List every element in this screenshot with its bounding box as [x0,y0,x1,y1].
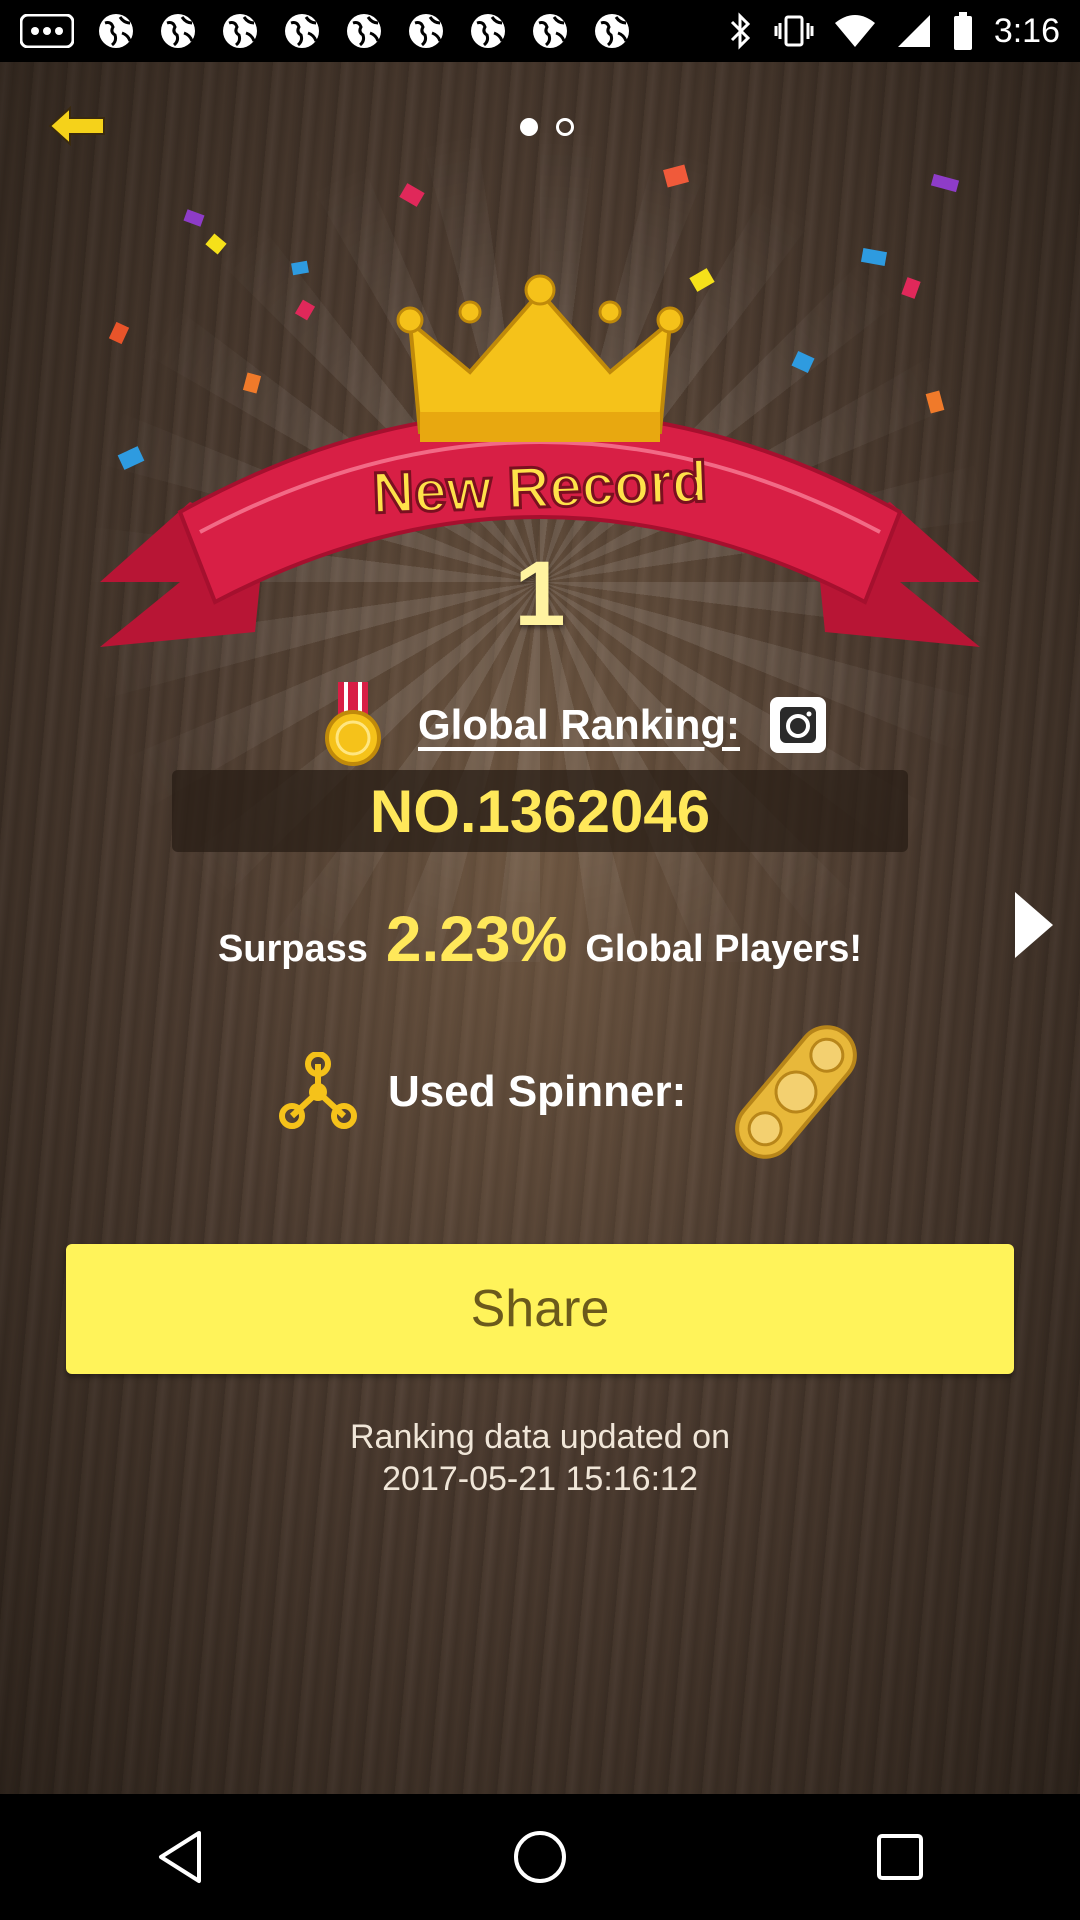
bluetooth-icon [728,11,754,51]
global-ranking-label[interactable]: Global Ranking: [418,701,740,749]
globe-icon [220,11,260,51]
fidget-spinner-icon [279,1052,357,1129]
globe-icon [282,11,322,51]
page-indicator [520,118,574,136]
nav-back-icon [159,1831,201,1883]
global-rank-value: NO.1362046 [369,777,711,845]
globe-icon [592,11,632,51]
globe-icon [468,11,508,51]
vibrate-icon [774,11,814,51]
nav-back-button[interactable] [135,1812,225,1902]
nav-home-icon [514,1831,566,1883]
nav-home-button[interactable] [495,1812,585,1902]
updated-timestamp: 2017-05-21 15:16:12 [382,1460,698,1498]
camera-icon [780,707,817,743]
notification-icons [20,11,632,51]
status-time: 3:16 [993,11,1060,50]
surpass-row: Surpass 2.23% Global Players! [0,902,1080,976]
surpass-prefix: Surpass [217,928,368,970]
globe-icon [530,11,570,51]
globe-icon [96,11,136,51]
globe-icon [406,11,446,51]
surpass-suffix: Global Players! [585,928,863,970]
medal-icon [325,682,381,766]
screenshot-button[interactable] [770,697,827,753]
battery-icon [952,11,974,51]
wifi-icon [834,13,876,49]
globe-icon [344,11,384,51]
banner-title: New Record [371,449,708,526]
navigation-bar [0,1794,1080,1920]
system-icons: 3:16 [728,11,1060,51]
page-dot[interactable] [556,118,574,136]
share-button[interactable]: Share [66,1244,1014,1374]
used-spinner-row: Used Spinner: [278,1012,876,1172]
updated-line-1: Ranking data updated on [350,1418,730,1456]
surpass-percent: 2.23% [385,903,568,975]
ranking-updated-note: Ranking data updated on 2017-05-21 15:16… [0,1416,1080,1500]
spinner-image[interactable] [716,1012,876,1172]
rank-box: NO.1362046 [172,770,908,852]
globe-icon [158,11,198,51]
used-spinner-label: Used Spinner: [388,1067,687,1116]
back-arrow-icon [48,106,105,146]
signal-icon [896,13,932,49]
page-dot-active[interactable] [520,118,538,136]
more-icon [20,14,74,48]
back-button[interactable] [46,104,108,148]
nav-recents-icon [877,1834,923,1880]
app-screen: New Record 1 Global Ranking: NO.1362046 … [0,62,1080,1794]
status-bar: 3:16 [0,0,1080,62]
share-label: Share [470,1280,610,1338]
nav-recents-button[interactable] [855,1812,945,1902]
record-number: 1 [514,543,566,645]
global-ranking-row: Global Ranking: [318,680,827,770]
play-arrow-icon [1015,892,1053,958]
next-page-button[interactable] [1010,890,1056,960]
